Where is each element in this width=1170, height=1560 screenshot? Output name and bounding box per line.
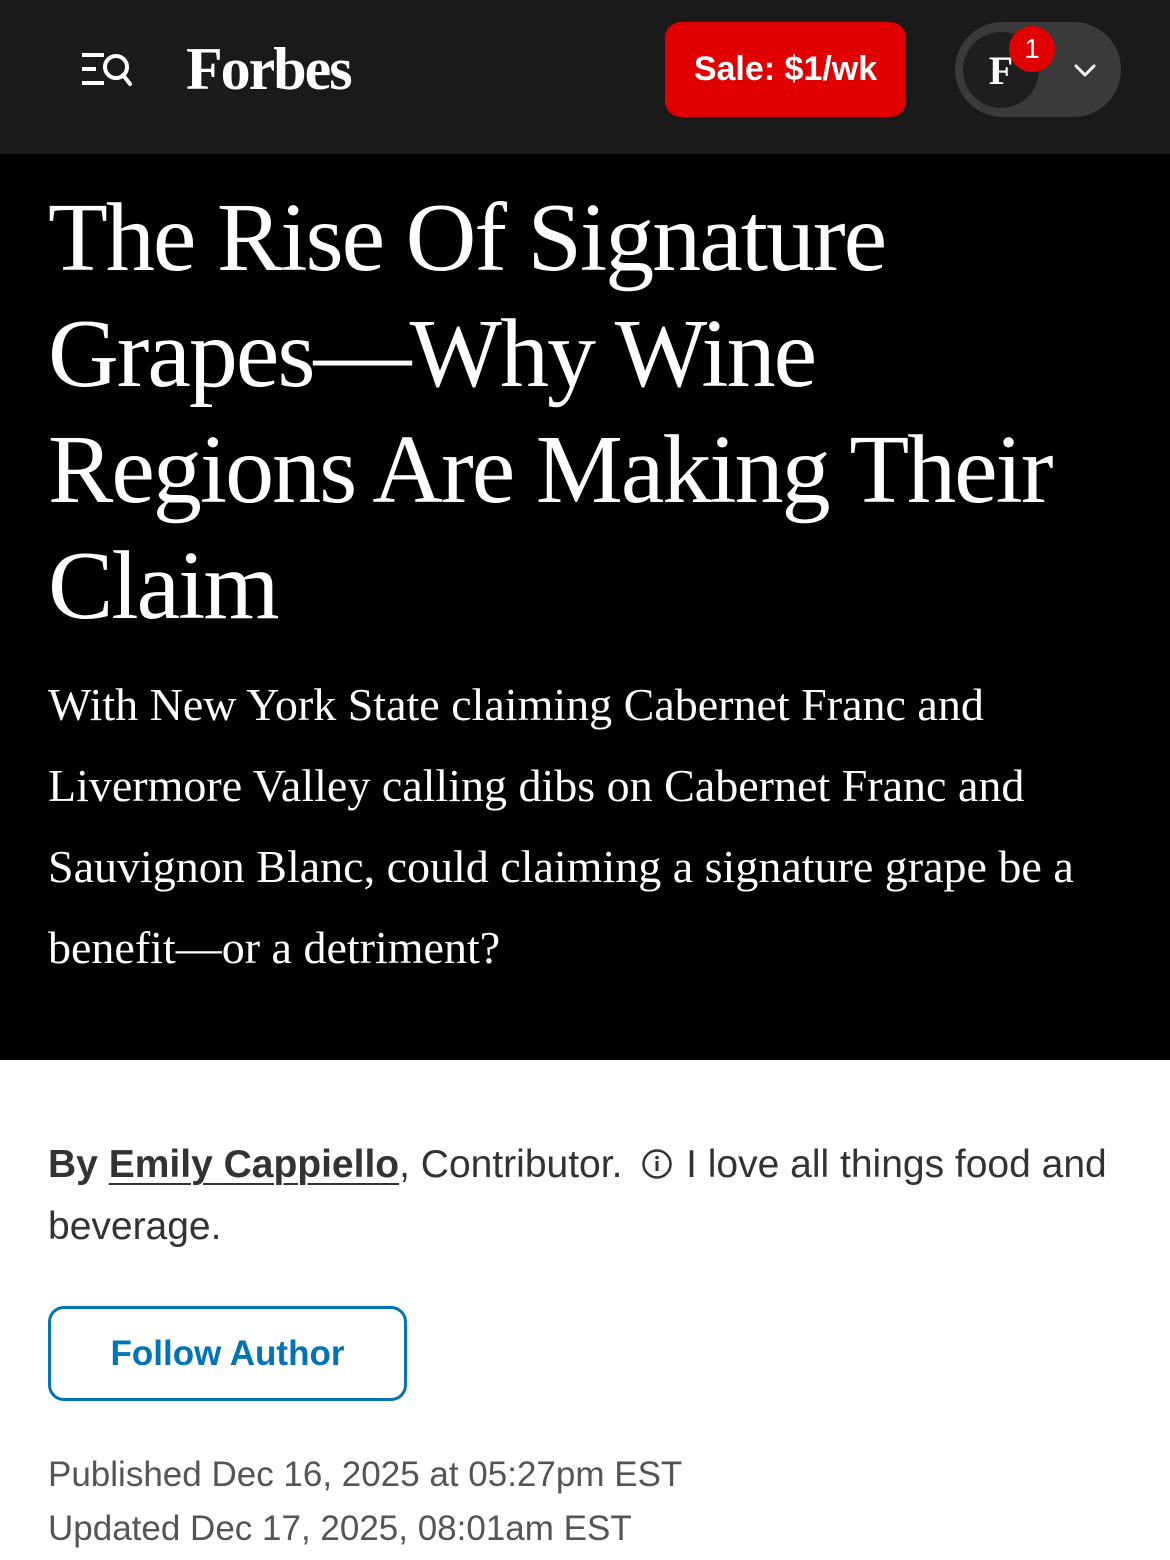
forbes-logo[interactable]: Forbes bbox=[186, 34, 353, 104]
byline: By Emily Cappiello, Contributor. I love … bbox=[48, 1134, 1128, 1258]
menu-search-icon[interactable] bbox=[82, 50, 134, 90]
author-role: Contributor. bbox=[420, 1143, 623, 1186]
author-link[interactable]: Emily Cappiello bbox=[109, 1143, 399, 1186]
article-headline: The Rise Of Signature Grapes—Why Wine Re… bbox=[48, 184, 1054, 640]
updated-date: Updated Dec 17, 2025, 08:01am EST bbox=[48, 1509, 632, 1548]
account-menu[interactable]: F 1 bbox=[955, 22, 1121, 117]
follow-author-button[interactable]: Follow Author bbox=[48, 1306, 407, 1401]
top-nav-bar: Forbes Sale: $1/wk F 1 bbox=[0, 0, 1170, 154]
info-icon[interactable] bbox=[641, 1137, 673, 1179]
article-dek: With New York State claiming Cabernet Fr… bbox=[48, 679, 1074, 973]
notification-badge: 1 bbox=[1009, 26, 1055, 72]
sale-subscribe-button[interactable]: Sale: $1/wk bbox=[665, 22, 906, 117]
byline-prefix: By bbox=[48, 1143, 98, 1186]
article-hero: The Rise Of Signature Grapes—Why Wine Re… bbox=[0, 154, 1170, 1060]
byline-separator: , bbox=[399, 1143, 410, 1186]
published-date: Published Dec 16, 2025 at 05:27pm EST bbox=[48, 1455, 683, 1494]
article-dates: Published Dec 16, 2025 at 05:27pm EST Up… bbox=[48, 1448, 682, 1556]
chevron-down-icon[interactable] bbox=[1071, 56, 1099, 84]
